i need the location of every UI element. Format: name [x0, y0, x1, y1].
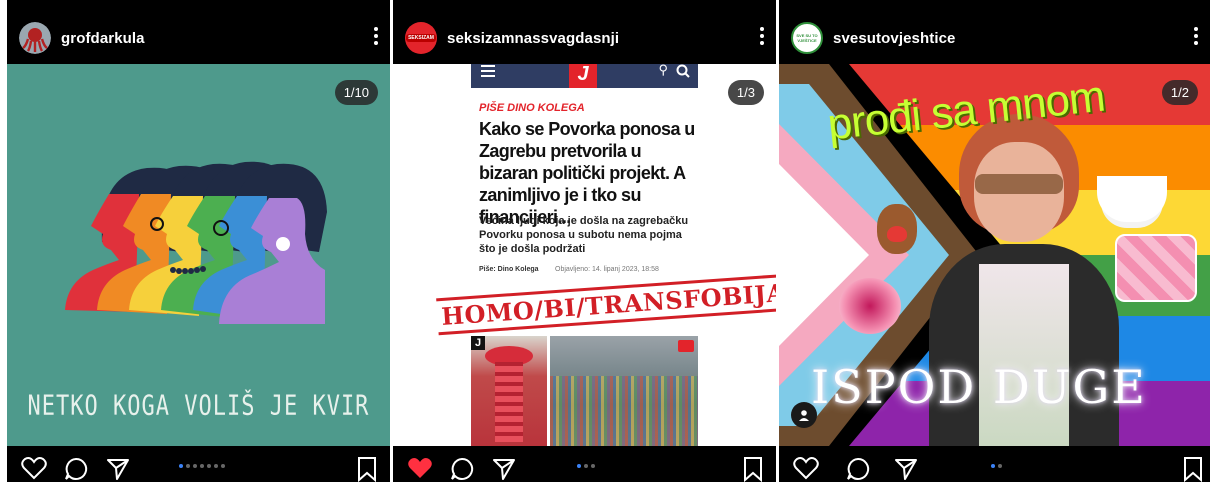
article-author: Piše: Dino Kolega [479, 266, 539, 273]
article-stamp: HOMO/BI/TRANSFOBIJA [436, 273, 776, 336]
comment-icon[interactable] [63, 456, 89, 482]
post-image[interactable]: prođi sa mnom ISPOD DUGE 1/2 [779, 64, 1210, 446]
article-headline: Kako se Povorka ponosa u Zagrebu pretvor… [479, 119, 695, 227]
carousel-dots [991, 464, 1002, 468]
post-actions [393, 446, 776, 482]
tagged-user-icon[interactable] [791, 402, 817, 428]
post-image[interactable]: J ⚲ PIŠE DINO KOLEGA Kako se Povorka pon… [393, 64, 776, 446]
article-published: Objavljeno: 14. lipanj 2023, 18:58 [555, 266, 659, 273]
post-card-1: grofdarkula NETKO KOGA VOLIŠ JE KVIR 1/1… [7, 0, 390, 482]
post-header: grofdarkula [7, 12, 390, 64]
more-options-icon[interactable] [758, 24, 766, 48]
share-icon[interactable] [105, 456, 131, 482]
post-actions [7, 446, 390, 482]
media-counter: 1/10 [334, 80, 378, 105]
post-card-3: SVE SU TO VJEŠTICE svesutovjeshtice prođ… [779, 0, 1210, 482]
article-logo: J [569, 64, 597, 88]
more-options-icon[interactable] [372, 24, 380, 48]
media-counter: 1/2 [1161, 80, 1198, 105]
carousel-dots [179, 464, 225, 468]
search-icon [676, 64, 690, 78]
post-header: SEKSIZAM seksizamnassvagdasnji [393, 12, 776, 64]
octopus-avatar-icon[interactable] [19, 22, 51, 54]
media-counter: 1/3 [727, 80, 764, 105]
share-icon[interactable] [893, 456, 919, 482]
username[interactable]: seksizamnassvagdasnji [447, 30, 619, 47]
article-kicker: PIŠE DINO KOLEGA [479, 102, 585, 114]
avatar-label: SVE SU TO VJEŠTICE [796, 33, 818, 43]
heart-icon[interactable] [793, 456, 819, 480]
post-header: SVE SU TO VJEŠTICE svesutovjeshtice [779, 12, 1210, 64]
heart-icon[interactable] [21, 456, 47, 480]
post-actions [779, 446, 1210, 482]
avatar[interactable]: SEKSIZAM [405, 22, 437, 54]
username[interactable]: svesutovjeshtice [833, 30, 956, 47]
post-caption-text: NETKO KOGA VOLIŠ JE KVIR [27, 390, 370, 423]
article-photo-1: J [471, 336, 547, 446]
photo-badge: J [471, 336, 486, 350]
share-icon[interactable] [491, 456, 517, 482]
article-lead: Većina ljudi koja je došla na zagrebačku… [479, 215, 689, 255]
post-card-2: SEKSIZAM seksizamnassvagdasnji J ⚲ PIŠE … [393, 0, 776, 482]
bookmark-icon[interactable] [357, 456, 377, 482]
avatar-label: SEKSIZAM [406, 34, 436, 42]
comment-icon[interactable] [449, 456, 475, 482]
hamburger-icon [481, 65, 495, 77]
comment-icon[interactable] [845, 456, 871, 482]
rose-sticker [839, 278, 901, 334]
username[interactable]: grofdarkula [61, 30, 145, 47]
turkish-delight-sticker [1115, 234, 1197, 302]
article-photo-2 [550, 336, 698, 446]
overlay-bottom-text: ISPOD DUGE [811, 360, 1147, 414]
bookmark-icon[interactable] [1183, 456, 1203, 482]
heart-filled-icon[interactable] [407, 456, 433, 480]
more-options-icon[interactable] [1192, 24, 1200, 48]
user-icon: ⚲ [658, 64, 668, 77]
carousel-dots [577, 464, 595, 468]
avatar[interactable]: SVE SU TO VJEŠTICE [791, 22, 823, 54]
teddy-bear-sticker [877, 204, 917, 254]
post-image[interactable]: NETKO KOGA VOLIŠ JE KVIR 1/10 [7, 64, 390, 446]
camera-icon [678, 340, 694, 352]
rainbow-profiles-illustration [65, 161, 327, 324]
article-navbar: J ⚲ [471, 64, 698, 88]
bookmark-icon[interactable] [743, 456, 763, 482]
